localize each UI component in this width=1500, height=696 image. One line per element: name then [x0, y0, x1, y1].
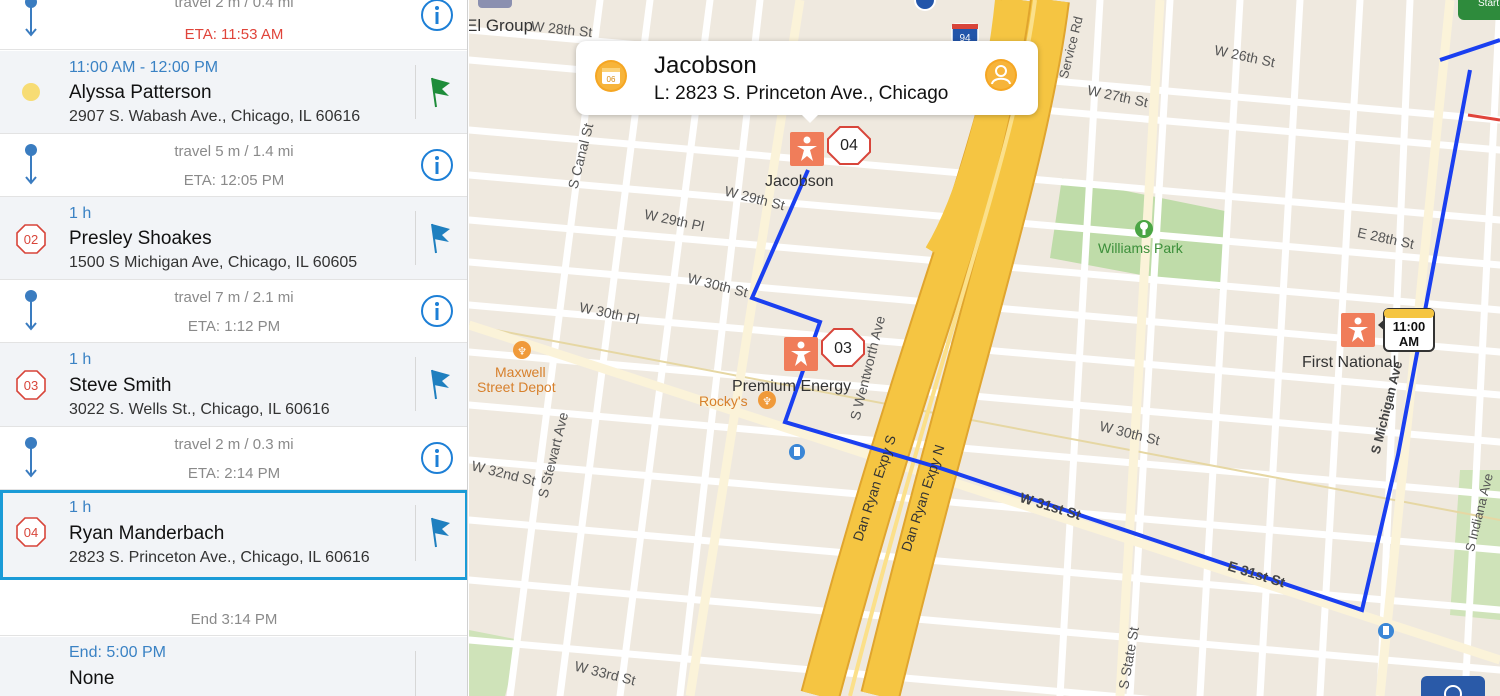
gas-station-icon — [1378, 623, 1394, 639]
divider — [415, 505, 416, 561]
travel-distance: travel 5 m / 1.4 mi — [174, 143, 294, 160]
stop-time-window: 11:00 AM - 12:00 PM — [69, 59, 219, 76]
flag-icon[interactable] — [428, 221, 454, 255]
stop-address: 2823 S. Princeton Ave., Chicago, IL 6061… — [69, 549, 370, 566]
stop-address: 3022 S. Wells St., Chicago, IL 60616 — [69, 401, 330, 418]
gas-station-icon — [789, 444, 805, 460]
eta-time: ETA: 11:53 AM — [184, 26, 284, 43]
travel-segment[interactable]: travel 2 m / 0.4 mi ETA: 11:53 AM — [0, 0, 467, 50]
stop-row[interactable]: 02 1 h Presley Shoakes 1500 S Michigan A… — [0, 197, 467, 280]
divider — [415, 651, 416, 696]
route-end-time: End 3:14 PM — [0, 598, 467, 636]
travel-segment[interactable]: travel 5 m / 1.4 mi ETA: 12:05 PM — [0, 134, 467, 197]
stop-duration: 1 h — [69, 205, 92, 222]
svg-text:♆: ♆ — [517, 345, 527, 358]
end-stop-row[interactable]: End: 5:00 PM None — [0, 637, 467, 696]
person-icon[interactable] — [984, 58, 1018, 92]
travel-distance: travel 2 m / 0.4 mi — [174, 0, 294, 11]
flag-icon[interactable] — [428, 367, 454, 401]
stop-badge-number: 02 — [24, 232, 38, 247]
stop-number-badge: 02 — [16, 224, 46, 254]
stop-badge-number: 03 — [24, 378, 38, 393]
flag-icon[interactable] — [428, 515, 454, 549]
divider — [415, 211, 416, 265]
park-label: Williams Park — [1098, 240, 1183, 256]
callout-title: Jacobson — [654, 52, 757, 79]
info-icon[interactable] — [420, 0, 454, 32]
info-icon[interactable] — [420, 148, 454, 182]
divider — [415, 357, 416, 411]
park-tree-icon — [1135, 220, 1153, 238]
time-badge-line2: AM — [1399, 334, 1419, 349]
end-stop-name: None — [69, 668, 115, 689]
time-badge-line1: 11:00 — [1393, 319, 1426, 334]
pin-label: Premium Energy — [732, 378, 852, 395]
end-time: End: 5:00 PM — [69, 644, 166, 661]
route-stops-list: travel 2 m / 0.4 mi ETA: 11:53 AM 11:00 … — [0, 0, 468, 696]
stop-row-selected[interactable]: 04 1 h Ryan Manderbach 2823 S. Princeton… — [0, 490, 467, 580]
calendar-icon[interactable]: 06 — [594, 59, 628, 93]
pin-badge: 04 — [840, 137, 858, 154]
stop-name: Ryan Manderbach — [69, 523, 225, 544]
location-callout[interactable]: 06 Jacobson L: 2823 S. Princeton Ave., C… — [576, 41, 1038, 115]
poi-label: Maxwell — [495, 364, 546, 380]
stop-name: Alyssa Patterson — [69, 82, 212, 103]
map-pin-first-national: 11:00 AM — [1341, 308, 1435, 352]
place-label: El Group — [469, 16, 534, 35]
stop-address: 2907 S. Wabash Ave., Chicago, IL 60616 — [69, 108, 361, 125]
callout-pointer — [800, 113, 820, 123]
svg-text:Start: Start — [1478, 0, 1499, 9]
info-icon[interactable] — [420, 294, 454, 328]
eta-time: ETA: 12:05 PM — [183, 172, 285, 189]
travel-segment[interactable]: travel 2 m / 0.3 mi ETA: 2:14 PM — [0, 427, 467, 490]
stop-name: Steve Smith — [69, 375, 172, 396]
callout-address: L: 2823 S. Princeton Ave., Chicago — [654, 83, 949, 104]
eta-time: ETA: 2:14 PM — [187, 465, 281, 482]
stop-duration: 1 h — [69, 499, 92, 516]
svg-text:06: 06 — [607, 75, 616, 84]
stop-row[interactable]: 03 1 h Steve Smith 3022 S. Wells St., Ch… — [0, 343, 467, 427]
stop-number-badge: 03 — [16, 370, 46, 400]
stop-address: 1500 S Michigan Ave, Chicago, IL 60605 — [69, 254, 358, 271]
pin-badge: 03 — [834, 340, 852, 357]
business-icon — [478, 0, 512, 8]
poi-label: Street Depot — [477, 379, 556, 395]
stop-badge-number: 04 — [24, 525, 38, 540]
restaurant-icon: ♆ — [513, 341, 531, 359]
stop-duration: 1 h — [69, 351, 92, 368]
info-icon[interactable] — [420, 441, 454, 475]
svg-text:♆: ♆ — [762, 395, 772, 408]
start-marker: Start — [1458, 0, 1500, 20]
travel-segment[interactable]: travel 7 m / 2.1 mi ETA: 1:12 PM — [0, 280, 467, 343]
divider — [415, 65, 416, 119]
pin-label: Jacobson — [765, 173, 834, 190]
stop-row[interactable]: 11:00 AM - 12:00 PM Alyssa Patterson 290… — [0, 51, 467, 134]
travel-distance: travel 7 m / 2.1 mi — [174, 289, 294, 306]
current-stop-dot-icon — [22, 83, 40, 101]
stop-name: Presley Shoakes — [69, 228, 212, 249]
pin-label: First National — [1302, 354, 1397, 371]
flag-icon[interactable] — [428, 75, 454, 109]
eta-time: ETA: 1:12 PM — [187, 318, 281, 335]
travel-distance: travel 2 m / 0.3 mi — [174, 436, 294, 453]
stop-number-badge: 04 — [16, 517, 46, 547]
